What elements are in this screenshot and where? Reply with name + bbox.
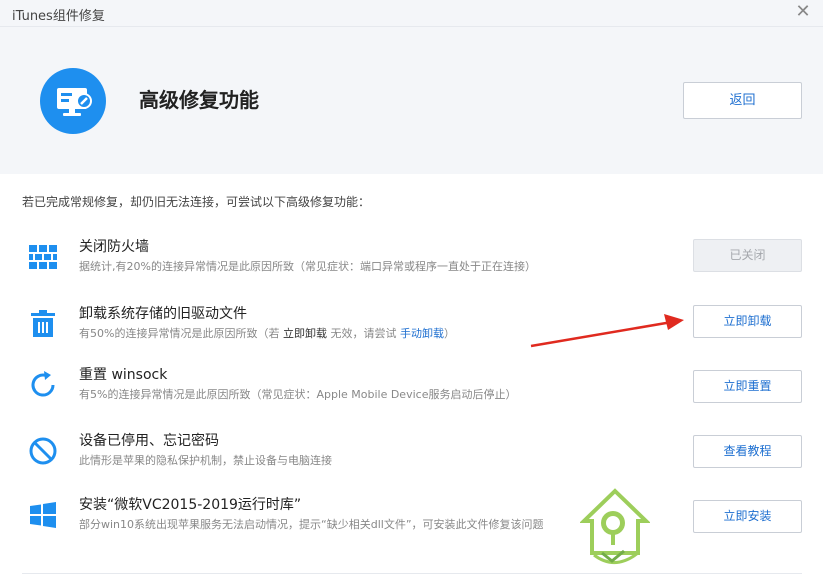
- desc-text: 无效，请尝试: [326, 327, 400, 340]
- firewall-closed-button: 已关闭: [693, 239, 802, 272]
- title-bar: iTunes组件修复 ✕: [0, 0, 823, 27]
- windows-icon: [30, 502, 56, 528]
- item-description: 据统计,有20%的连接异常情况是此原因所致（常见症状：端口异常或程序一直处于正在…: [79, 260, 536, 273]
- prohibited-icon: [29, 437, 57, 465]
- list-item: 安装“微软VC2015-2019运行时库” 部分win10系统出现苹果服务无法启…: [0, 494, 823, 554]
- reset-now-button[interactable]: 立即重置: [693, 370, 802, 403]
- item-title: 关闭防火墙: [79, 239, 149, 255]
- firewall-icon: [29, 245, 57, 269]
- header-panel: 高级修复功能 返回: [0, 27, 823, 174]
- item-title: 重置 winsock: [79, 367, 168, 383]
- page-title: 高级修复功能: [139, 88, 259, 112]
- desc-text: 有50%的连接异常情况是此原因所致（若: [79, 327, 283, 340]
- monitor-wrench-icon: [40, 68, 106, 134]
- divider: [22, 573, 802, 574]
- manual-uninstall-link[interactable]: 手动卸载: [400, 327, 444, 340]
- intro-text: 若已完成常规修复，却仍旧无法连接，可尝试以下高级修复功能：: [22, 195, 371, 209]
- uninstall-now-text: 立即卸载: [282, 327, 327, 340]
- item-description: 此情形是苹果的隐私保护机制，禁止设备与电脑连接: [79, 454, 332, 467]
- item-description: 部分win10系统出现苹果服务无法启动情况，提示“缺少相关dll文件”，可安装此…: [79, 518, 544, 531]
- item-title: 安装“微软VC2015-2019运行时库”: [79, 497, 302, 513]
- item-title: 设备已停用、忘记密码: [79, 433, 219, 449]
- window-title: iTunes组件修复: [12, 9, 105, 24]
- close-icon[interactable]: ✕: [793, 2, 813, 22]
- watermark-logo: [580, 488, 650, 564]
- trash-icon: [31, 310, 55, 337]
- item-description: 有50%的连接异常情况是此原因所致（若 立即卸载 无效，请尝试 手动卸载）: [79, 325, 455, 341]
- list-item: 关闭防火墙 据统计,有20%的连接异常情况是此原因所致（常见症状：端口异常或程序…: [0, 236, 823, 296]
- desc-text: ）: [443, 327, 455, 340]
- item-description: 有5%的连接异常情况是此原因所致（常见症状：Apple Mobile Devic…: [79, 388, 517, 401]
- uninstall-now-button[interactable]: 立即卸载: [693, 305, 802, 338]
- refresh-icon: [31, 371, 55, 397]
- list-item: 重置 winsock 有5%的连接异常情况是此原因所致（常见症状：Apple M…: [0, 364, 823, 424]
- item-title: 卸载系统存储的旧驱动文件: [79, 306, 247, 322]
- install-now-button[interactable]: 立即安装: [693, 500, 802, 533]
- list-item: 设备已停用、忘记密码 此情形是苹果的隐私保护机制，禁止设备与电脑连接 查看教程: [0, 430, 823, 490]
- view-tutorial-button[interactable]: 查看教程: [693, 435, 802, 468]
- list-item: 卸载系统存储的旧驱动文件 有50%的连接异常情况是此原因所致（若 立即卸载 无效…: [0, 303, 823, 363]
- back-button[interactable]: 返回: [683, 82, 802, 119]
